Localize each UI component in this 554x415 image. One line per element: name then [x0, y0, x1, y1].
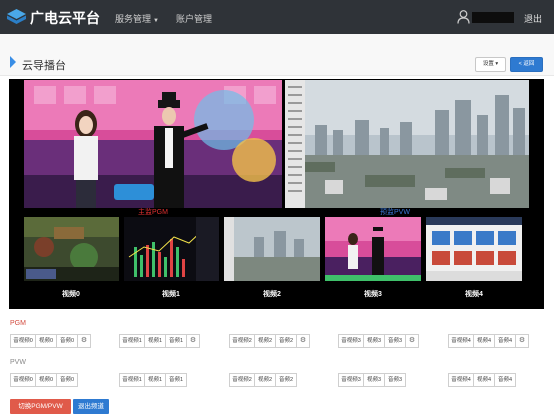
pgm-av-button-2[interactable]: 音视频2: [229, 334, 255, 348]
logout-link[interactable]: 退出: [524, 12, 542, 25]
pvw-video-button-3[interactable]: 视频3: [363, 373, 385, 387]
pvw-av-button-2[interactable]: 音视频2: [229, 373, 255, 387]
exit-channel-button[interactable]: 退出频道: [73, 399, 109, 414]
pgm-audio-button-4[interactable]: 音频4: [494, 334, 516, 348]
pvw-source-group-3: 音视频3 视频3 音频3: [338, 373, 406, 387]
switch-pgm-pvw-button[interactable]: 切换PGM/PVW: [10, 399, 71, 414]
video-thumbnail-1[interactable]: [124, 217, 219, 281]
pgm-audio-button-1[interactable]: 音频1: [165, 334, 187, 348]
thumbnail-caption: 视频0: [62, 291, 80, 298]
pgm-av-button-1[interactable]: 音视频1: [119, 334, 145, 348]
caret-down-icon: ▾: [495, 61, 499, 67]
pvw-audio-button-0[interactable]: 音频0: [56, 373, 78, 387]
nav-service-label: 服务管理: [115, 14, 152, 24]
pgm-source-group-3: 音视频3 视频3 音频3 ⚙: [338, 334, 419, 348]
app-title: 广电云平台: [30, 10, 100, 26]
page-header: [0, 34, 554, 76]
thumbnail-caption: 视频1: [162, 291, 180, 298]
pvw-av-button-3[interactable]: 音视频3: [338, 373, 364, 387]
gear-icon[interactable]: ⚙: [405, 334, 419, 348]
page-title: 云导播台: [22, 60, 66, 72]
pvw-source-group-2: 音视频2 视频2 音频2: [229, 373, 297, 387]
title-arrow-icon: [10, 56, 16, 68]
pvw-video-button-1[interactable]: 视频1: [144, 373, 166, 387]
pvw-video-player[interactable]: [285, 80, 529, 208]
back-button[interactable]: < 返回: [510, 57, 543, 72]
pvw-source-group-4: 音视频4 视频4 音频4: [448, 373, 516, 387]
pgm-video-button-2[interactable]: 视频2: [254, 334, 276, 348]
video-thumbnail-3[interactable]: [325, 217, 421, 281]
pvw-audio-button-4[interactable]: 音频4: [494, 373, 516, 387]
nav-account-management[interactable]: 账户管理: [176, 12, 212, 25]
pgm-source-group-2: 音视频2 视频2 音频2 ⚙: [229, 334, 310, 348]
pvw-video-button-4[interactable]: 视频4: [473, 373, 495, 387]
pgm-video-button-4[interactable]: 视频4: [473, 334, 495, 348]
pvw-section-label: PVW: [10, 359, 26, 366]
top-nav-bar: 广电云平台 服务管理 ▼ 账户管理 退出: [0, 0, 554, 34]
user-name-redacted: [472, 12, 514, 23]
pgm-audio-button-0[interactable]: 音频0: [56, 334, 78, 348]
pvw-av-button-4[interactable]: 音视频4: [448, 373, 474, 387]
settings-label: 设置: [482, 61, 494, 67]
pvw-audio-button-2[interactable]: 音频2: [275, 373, 297, 387]
settings-dropdown-button[interactable]: 设置 ▾: [475, 57, 506, 72]
pvw-av-button-1[interactable]: 音视频1: [119, 373, 145, 387]
pgm-video-button-0[interactable]: 视频0: [35, 334, 57, 348]
cloud-logo-icon: [7, 9, 26, 24]
thumbnail-caption: 视频2: [263, 291, 281, 298]
user-icon[interactable]: [457, 10, 470, 24]
pvw-source-group-1: 音视频1 视频1 音频1: [119, 373, 187, 387]
pvw-source-group-0: 音视频0 视频0 音频0: [10, 373, 78, 387]
pgm-source-group-4: 音视频4 视频4 音频4 ⚙: [448, 334, 529, 348]
pvw-audio-button-3[interactable]: 音频3: [384, 373, 406, 387]
gear-icon[interactable]: ⚙: [186, 334, 200, 348]
gear-icon[interactable]: ⚙: [77, 334, 91, 348]
video-thumbnail-4[interactable]: [426, 217, 522, 281]
pgm-video-player[interactable]: [24, 80, 282, 208]
pvw-av-button-0[interactable]: 音视频0: [10, 373, 36, 387]
pgm-av-button-3[interactable]: 音视频3: [338, 334, 364, 348]
gear-icon[interactable]: ⚙: [296, 334, 310, 348]
thumbnail-caption: 视频4: [465, 291, 483, 298]
pgm-section-label: PGM: [10, 320, 26, 327]
thumbnail-caption: 视频3: [364, 291, 382, 298]
caret-down-icon: ▼: [153, 18, 159, 24]
gear-icon[interactable]: ⚙: [515, 334, 529, 348]
pgm-audio-button-3[interactable]: 音频3: [384, 334, 406, 348]
pgm-av-button-0[interactable]: 音视频0: [10, 334, 36, 348]
pvw-video-button-0[interactable]: 视频0: [35, 373, 57, 387]
video-thumbnail-0[interactable]: [24, 217, 119, 281]
nav-service-management[interactable]: 服务管理 ▼: [115, 12, 159, 25]
pgm-audio-button-2[interactable]: 音频2: [275, 334, 297, 348]
pgm-video-button-3[interactable]: 视频3: [363, 334, 385, 348]
video-thumbnail-2[interactable]: [224, 217, 320, 281]
pgm-av-button-4[interactable]: 音视频4: [448, 334, 474, 348]
pvw-monitor-label: 预监PVW: [380, 209, 410, 216]
pgm-video-button-1[interactable]: 视频1: [144, 334, 166, 348]
pgm-source-group-0: 音视频0 视频0 音频0 ⚙: [10, 334, 91, 348]
pvw-audio-button-1[interactable]: 音频1: [165, 373, 187, 387]
pgm-source-group-1: 音视频1 视频1 音频1 ⚙: [119, 334, 200, 348]
pgm-monitor-label: 主监PGM: [138, 209, 168, 216]
pvw-video-button-2[interactable]: 视频2: [254, 373, 276, 387]
